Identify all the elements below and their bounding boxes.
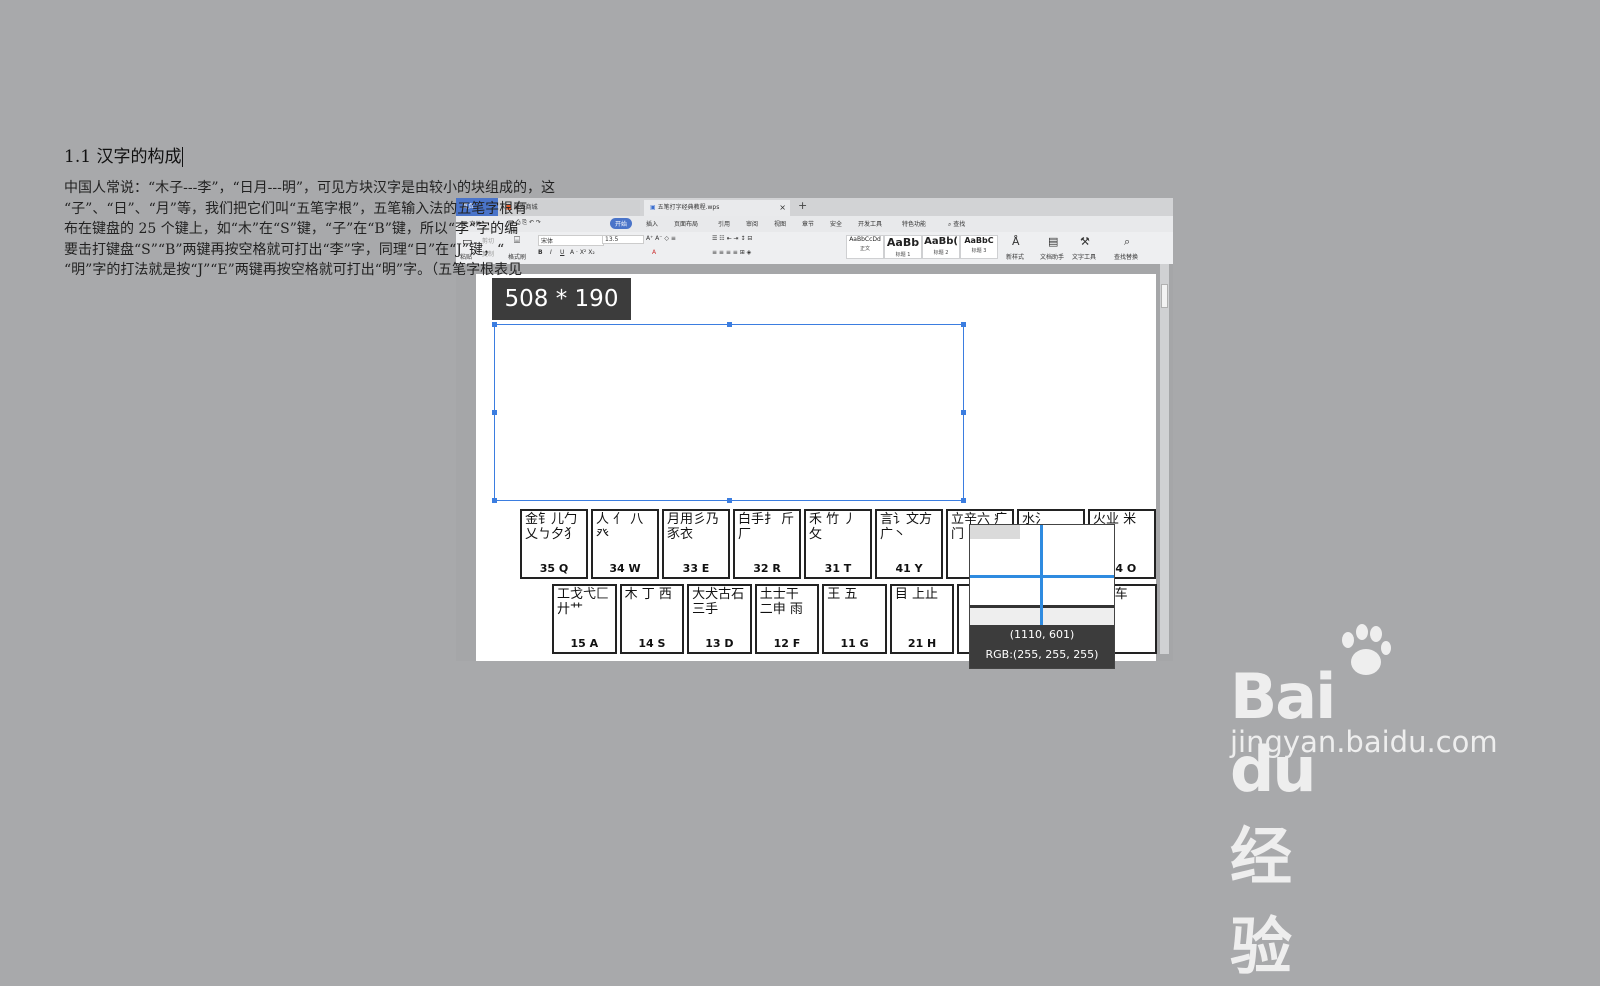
- style-heading-3-caption: 标题 3: [971, 248, 987, 254]
- find-replace-icon[interactable]: ⌕: [1124, 235, 1130, 249]
- style-heading-1-preview: AaBb: [886, 236, 920, 249]
- paragraph-line: 要击打键盘“S”“B”两键再按空格就可打出“李”字，同理“日”在“J”键，“: [64, 241, 505, 258]
- magnifier-loupe: (1110, 601) RGB:(255, 255, 255): [969, 524, 1115, 669]
- style-heading-2-preview: AaBb(: [924, 236, 958, 247]
- key-radicals: 工戈弋匚 廾艹: [557, 587, 610, 617]
- menu-features[interactable]: 特色功能: [902, 219, 926, 228]
- style-heading-3-preview: AaBbC: [964, 236, 994, 245]
- paragraph-line: 中国人常说：“木子---李”，“日月---明”，可见方块汉字是由较小的块组成的，…: [64, 180, 556, 196]
- menu-security[interactable]: 安全: [830, 219, 842, 228]
- key-radicals: 大犬古石 三手: [692, 587, 745, 617]
- key-label: 41 Y: [895, 562, 923, 575]
- resize-handle-n[interactable]: [727, 322, 732, 327]
- new-style-label: 新样式: [1006, 254, 1025, 261]
- new-style-icon[interactable]: Å: [1012, 235, 1020, 248]
- wubi-key: 大犬古石 三手 13 D: [687, 584, 752, 654]
- menu-chapter[interactable]: 章节: [802, 219, 814, 228]
- key-radicals: 土士干 二申 雨: [759, 587, 803, 617]
- key-radicals: 王 五: [827, 587, 858, 602]
- key-label: 12 F: [773, 637, 801, 650]
- cursor-coordinates: (1110, 601): [1009, 628, 1075, 641]
- list-icons[interactable]: ☰ ☷ ⇤ ⇥ ↕ ⊟: [712, 235, 752, 242]
- paragraph-line: “子”、“日”、“月”等，我们把它们叫“五笔字根”，五笔输入法的五笔字根有: [64, 200, 528, 217]
- wubi-key: 王 五 11 G: [822, 584, 887, 654]
- paragraph-line: 布在键盘的 25 个键上，如“木”在“S”键，“子”在“B”键，所以“李”字的编: [64, 221, 519, 237]
- menu-references[interactable]: 引用: [718, 219, 730, 228]
- text-cursor: [182, 147, 184, 167]
- key-label: 34 W: [609, 562, 641, 575]
- text-tools-label: 文字工具: [1072, 254, 1097, 261]
- style-normal-preview: AaBbCcDd: [849, 236, 881, 243]
- resize-handle-ne[interactable]: [961, 322, 966, 327]
- selection-size-label: 508 * 190: [492, 278, 631, 320]
- style-normal-caption: 正文: [859, 246, 870, 252]
- wubi-key: 土士干 二申 雨 12 F: [754, 584, 820, 654]
- key-label: 32 R: [753, 562, 781, 575]
- key-label: 33 E: [682, 562, 710, 575]
- wubi-key: 目 上止 21 H: [889, 584, 955, 654]
- key-radicals: 金钅儿勹 乂ㄅ夕犭: [525, 512, 578, 542]
- key-label: 15 A: [570, 637, 599, 650]
- alignment-icons[interactable]: ≡ ≡ ≡ ≡ ⊞ ◈: [712, 249, 751, 256]
- search-icon: ⌕: [948, 221, 952, 228]
- resize-handle-w[interactable]: [492, 410, 497, 415]
- wubi-key: 人 亻 八 癶 34 W: [591, 509, 659, 579]
- key-label: 31 T: [824, 562, 852, 575]
- style-heading-3[interactable]: AaBbC 标题 3: [960, 235, 998, 259]
- close-tab-icon[interactable]: ×: [779, 200, 786, 216]
- wubi-key: 白手扌 斤厂 32 R: [733, 509, 801, 579]
- key-label: 14 S: [638, 637, 666, 650]
- resize-handle-e[interactable]: [961, 410, 966, 415]
- menu-developer[interactable]: 开发工具: [858, 219, 882, 228]
- doc-helper-icon[interactable]: ▤: [1048, 235, 1058, 248]
- key-radicals: 白手扌 斤厂: [738, 512, 795, 542]
- wubi-key: 工戈弋匚 廾艹 15 A: [552, 584, 617, 654]
- vertical-scrollbar[interactable]: [1160, 264, 1169, 654]
- wubi-key: 言讠文方 广丶 41 Y: [875, 509, 943, 579]
- search-label: 查找: [953, 221, 966, 228]
- key-label: 11 G: [840, 637, 869, 650]
- style-heading-2[interactable]: AaBb( 标题 2: [922, 235, 960, 259]
- wrench-icon[interactable]: ⚒: [1080, 235, 1090, 248]
- style-heading-1-caption: 标题 1: [895, 252, 911, 258]
- key-label: 21 H: [907, 637, 937, 650]
- wubi-key: 金钅儿勹 乂ㄅ夕犭 35 Q: [520, 509, 588, 579]
- resize-handle-se[interactable]: [961, 498, 966, 503]
- resize-handle-nw[interactable]: [492, 322, 497, 327]
- watermark-url: jingyan.baidu.com: [1230, 725, 1498, 759]
- section-heading: 1.1 汉字的构成: [64, 142, 184, 167]
- menu-view[interactable]: 视图: [774, 219, 786, 228]
- key-radicals: 禾 竹 丿 攵: [809, 512, 857, 542]
- key-radicals: 言讠文方 广丶: [880, 512, 933, 542]
- wubi-key: 木 丁 西 14 S: [619, 584, 685, 654]
- pixel-rgb: RGB:(255, 255, 255): [985, 648, 1099, 661]
- body-paragraph: 中国人常说：“木子---李”，“日月---明”，可见方块汉字是由较小的块组成的，…: [64, 178, 704, 281]
- resize-handle-sw[interactable]: [492, 498, 497, 503]
- key-label: 13 D: [705, 637, 734, 650]
- key-radicals: 木 丁 西: [624, 587, 672, 602]
- section-heading-text: 1.1 汉字的构成: [64, 147, 182, 167]
- baidu-paw-logo: [1342, 624, 1391, 675]
- doc-helper-label: 文档助手: [1040, 254, 1065, 261]
- key-radicals: 月用彡乃 豕衣: [667, 512, 720, 542]
- style-heading-1[interactable]: AaBb 标题 1: [884, 235, 922, 259]
- key-radicals: 人 亻 八 癶: [596, 512, 644, 542]
- watermark-brand: Bai du 经验: [1230, 660, 1336, 983]
- style-heading-2-caption: 标题 2: [933, 250, 949, 256]
- pixel-readout: (1110, 601) RGB:(255, 255, 255): [970, 625, 1114, 668]
- wubi-key: 月用彡乃 豕衣 33 E: [662, 509, 730, 579]
- style-normal[interactable]: AaBbCcDd 正文: [846, 235, 884, 259]
- menu-review[interactable]: 审阅: [746, 219, 758, 228]
- capture-selection-box[interactable]: [492, 322, 966, 503]
- crosshair-vertical: [1040, 525, 1043, 625]
- wubi-key: 禾 竹 丿 攵 31 T: [804, 509, 872, 579]
- find-replace-label: 查找替换: [1114, 254, 1139, 261]
- add-tab-button[interactable]: +: [798, 199, 807, 212]
- key-radicals: 目 上止: [894, 587, 938, 602]
- search-menu[interactable]: ⌕ 查找: [948, 219, 965, 229]
- key-label: 35 Q: [539, 562, 569, 575]
- magnified-pixels: [970, 525, 1020, 539]
- resize-handle-s[interactable]: [727, 498, 732, 503]
- scroll-thumb[interactable]: [1161, 284, 1168, 308]
